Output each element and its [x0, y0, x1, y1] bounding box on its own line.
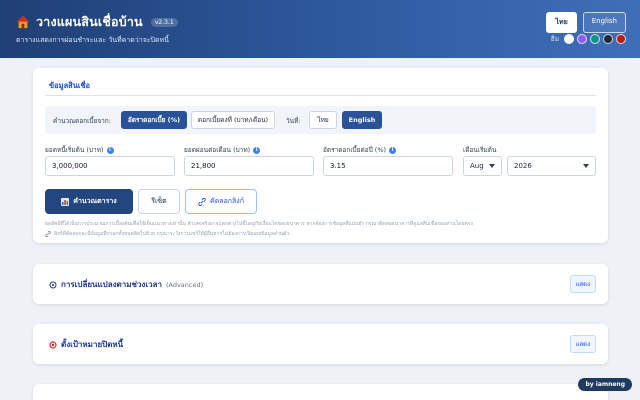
link-icon [45, 231, 51, 237]
advanced-suffix: (Advanced) [165, 280, 204, 289]
rate-input[interactable]: 3.15 [323, 156, 453, 176]
mode-rate-button[interactable]: อัตราดอกเบี้ย (%) [121, 111, 187, 129]
date-thai-button[interactable]: ไทย [309, 111, 337, 129]
loan-info-card: ข้อมูลสินเชื่อ คำนวณดอกเบี้ยจาก: อัตราดอ… [33, 68, 608, 243]
mode-bar: คำนวณดอกเบี้ยจาก: อัตราดอกเบี้ย (%) ดอกเ… [45, 106, 596, 134]
divider [45, 95, 596, 96]
chevron-down-icon [489, 164, 495, 168]
payment-label: ยอดผ่อนต่อเดือน (บาท) i [184, 145, 261, 155]
principal-input[interactable]: 3,000,000 [45, 156, 175, 176]
theme-teal-swatch[interactable] [590, 34, 600, 44]
advanced-title-text: การเปลี่ยนแปลงตามช่วงเวลา [61, 280, 162, 289]
disclaimer-text: ผลลัพธ์ที่ได้เป็นการประมาณการเบื้องต้นเพ… [45, 221, 473, 227]
advanced-card: การเปลี่ยนแปลงตามช่วงเวลา (Advanced) แสด… [33, 264, 608, 304]
advanced-title: การเปลี่ยนแปลงตามช่วงเวลา (Advanced) [49, 278, 203, 291]
app-subtitle: ตารางแสดงการผ่อนชำระและ วันที่คาดว่าจะปิ… [16, 36, 169, 44]
brand: วางแผนสินเชื่อบ้าน v2.3.1 [16, 12, 178, 32]
copy-link-label: คัดลอกลิงก์ [210, 197, 244, 205]
settings-icon [49, 281, 57, 288]
payment-label-text: ยอดผ่อนต่อเดือน (บาท) [184, 146, 251, 154]
date-format-label: วันที่: [286, 117, 301, 125]
rate-label: อัตราดอกเบี้ยต่อปี (%) i [323, 145, 397, 155]
start-year-select[interactable]: 2026 [507, 156, 596, 176]
loan-info-title: ข้อมูลสินเชื่อ [49, 81, 91, 90]
link-icon [198, 197, 206, 206]
advanced-show-button[interactable]: แสดง [569, 275, 596, 293]
chart-icon [61, 197, 70, 206]
start-month-select[interactable]: Aug [463, 156, 502, 176]
interest-mode-label: คำนวณดอกเบี้ยจาก: [53, 117, 111, 125]
theme-picker: ธีม [551, 34, 626, 44]
payment-input[interactable]: 21,800 [184, 156, 314, 176]
principal-label: ยอดหนี้เริ่มต้น (บาท) i [45, 145, 114, 155]
rate-label-text: อัตราดอกเบี้ยต่อปี (%) [323, 146, 387, 154]
mode-fixed-button[interactable]: ดอกเบี้ยคงที่ (บาท/เดือน) [191, 111, 275, 129]
theme-dark-swatch[interactable] [603, 34, 613, 44]
next-card [33, 384, 608, 400]
start-month-label-text: เดือนเริ่มต้น [463, 146, 497, 154]
goal-card: ตั้งเป้าหมายปิดหนี้ แสดง [33, 324, 608, 364]
language-switcher: ไทย English [546, 12, 626, 33]
theme-red-swatch[interactable] [616, 34, 626, 44]
link-note-text: ลิงก์ที่คัดลอกจะมีข้อมูลที่กรอกทั้งหมดติ… [54, 231, 290, 237]
version-badge: v2.3.1 [150, 17, 178, 27]
lang-english-button[interactable]: English [582, 12, 626, 33]
theme-white-swatch[interactable] [564, 34, 574, 44]
app-title: วางแผนสินเชื่อบ้าน [36, 14, 143, 29]
theme-purple-swatch[interactable] [577, 34, 587, 44]
goal-show-button[interactable]: แสดง [569, 335, 596, 353]
info-icon[interactable]: i [389, 146, 397, 154]
reset-button[interactable]: รีเซ็ต [138, 189, 180, 214]
date-english-button[interactable]: English [342, 111, 382, 129]
copy-link-button[interactable]: คัดลอกลิงก์ [185, 189, 257, 214]
info-icon[interactable]: i [253, 146, 261, 154]
start-month-label: เดือนเริ่มต้น [463, 145, 496, 155]
goal-title: ตั้งเป้าหมายปิดหนี้ [49, 338, 123, 351]
app-header: วางแผนสินเชื่อบ้าน v2.3.1 ตารางแสดงการผ่… [0, 0, 640, 58]
target-icon [49, 340, 57, 349]
goal-title-text: ตั้งเป้าหมายปิดหนี้ [61, 340, 124, 349]
link-note: ลิงก์ที่คัดลอกจะมีข้อมูลที่กรอกทั้งหมดติ… [45, 230, 289, 238]
theme-label: ธีม [550, 35, 559, 43]
lang-thai-button[interactable]: ไทย [546, 12, 577, 33]
calculate-label: คำนวณตาราง [73, 197, 117, 205]
home-icon [16, 15, 30, 29]
start-year-value: 2026 [514, 162, 532, 170]
credit-badge[interactable]: by iamneng [578, 378, 632, 391]
info-icon[interactable]: i [106, 146, 114, 154]
start-month-value: Aug [470, 162, 484, 170]
chevron-down-icon [583, 164, 589, 168]
calculate-button[interactable]: คำนวณตาราง [45, 189, 133, 214]
principal-label-text: ยอดหนี้เริ่มต้น (บาท) [45, 146, 104, 154]
